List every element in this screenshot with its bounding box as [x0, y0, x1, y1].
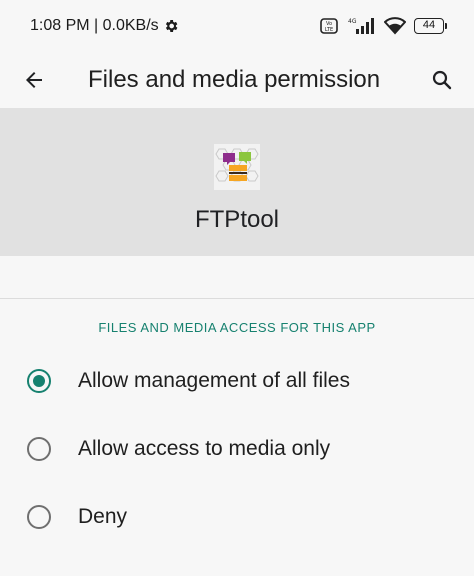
battery-icon: 44: [414, 18, 447, 34]
wifi-icon: [384, 17, 406, 35]
arrow-back-icon: [26, 72, 42, 88]
option-label: Deny: [78, 505, 128, 528]
divider: [0, 298, 474, 299]
battery-level: 44: [422, 19, 436, 31]
option-media-only[interactable]: Allow access to media only: [0, 419, 474, 479]
signal-icon: 4G: [348, 18, 374, 34]
search-button[interactable]: [424, 62, 460, 98]
back-button[interactable]: [16, 62, 52, 98]
search-icon: [432, 70, 452, 90]
gear-icon: [165, 20, 178, 32]
option-deny[interactable]: Deny: [0, 487, 474, 547]
option-label: Allow management of all files: [78, 369, 350, 392]
status-right: Vo LTE 4G 44: [320, 17, 447, 35]
page-title: Files and media permission: [88, 66, 381, 93]
radio-button[interactable]: [27, 505, 51, 529]
option-label: Allow access to media only: [78, 437, 331, 460]
svg-text:LTE: LTE: [325, 27, 333, 33]
radio-button[interactable]: [27, 437, 51, 461]
network-type-label: 4G: [348, 18, 357, 25]
app-bar: Files and media permission: [0, 52, 474, 108]
status-bar: 1:08 PM | 0.0KB/s Vo LTE 4G 44: [0, 0, 474, 52]
volte-icon: Vo LTE: [320, 18, 338, 34]
app-icon: [214, 144, 260, 190]
radio-button-checked[interactable]: [27, 369, 51, 393]
section-header: FILES AND MEDIA ACCESS FOR THIS APP: [98, 320, 376, 335]
status-left: 1:08 PM | 0.0KB/s: [30, 17, 179, 35]
app-name: FTPtool: [194, 206, 280, 233]
status-speed: 0.0KB/s: [102, 17, 159, 34]
status-time: 1:08 PM: [30, 17, 90, 34]
status-separator: |: [89, 17, 103, 34]
option-allow-all-files[interactable]: Allow management of all files: [0, 351, 474, 411]
